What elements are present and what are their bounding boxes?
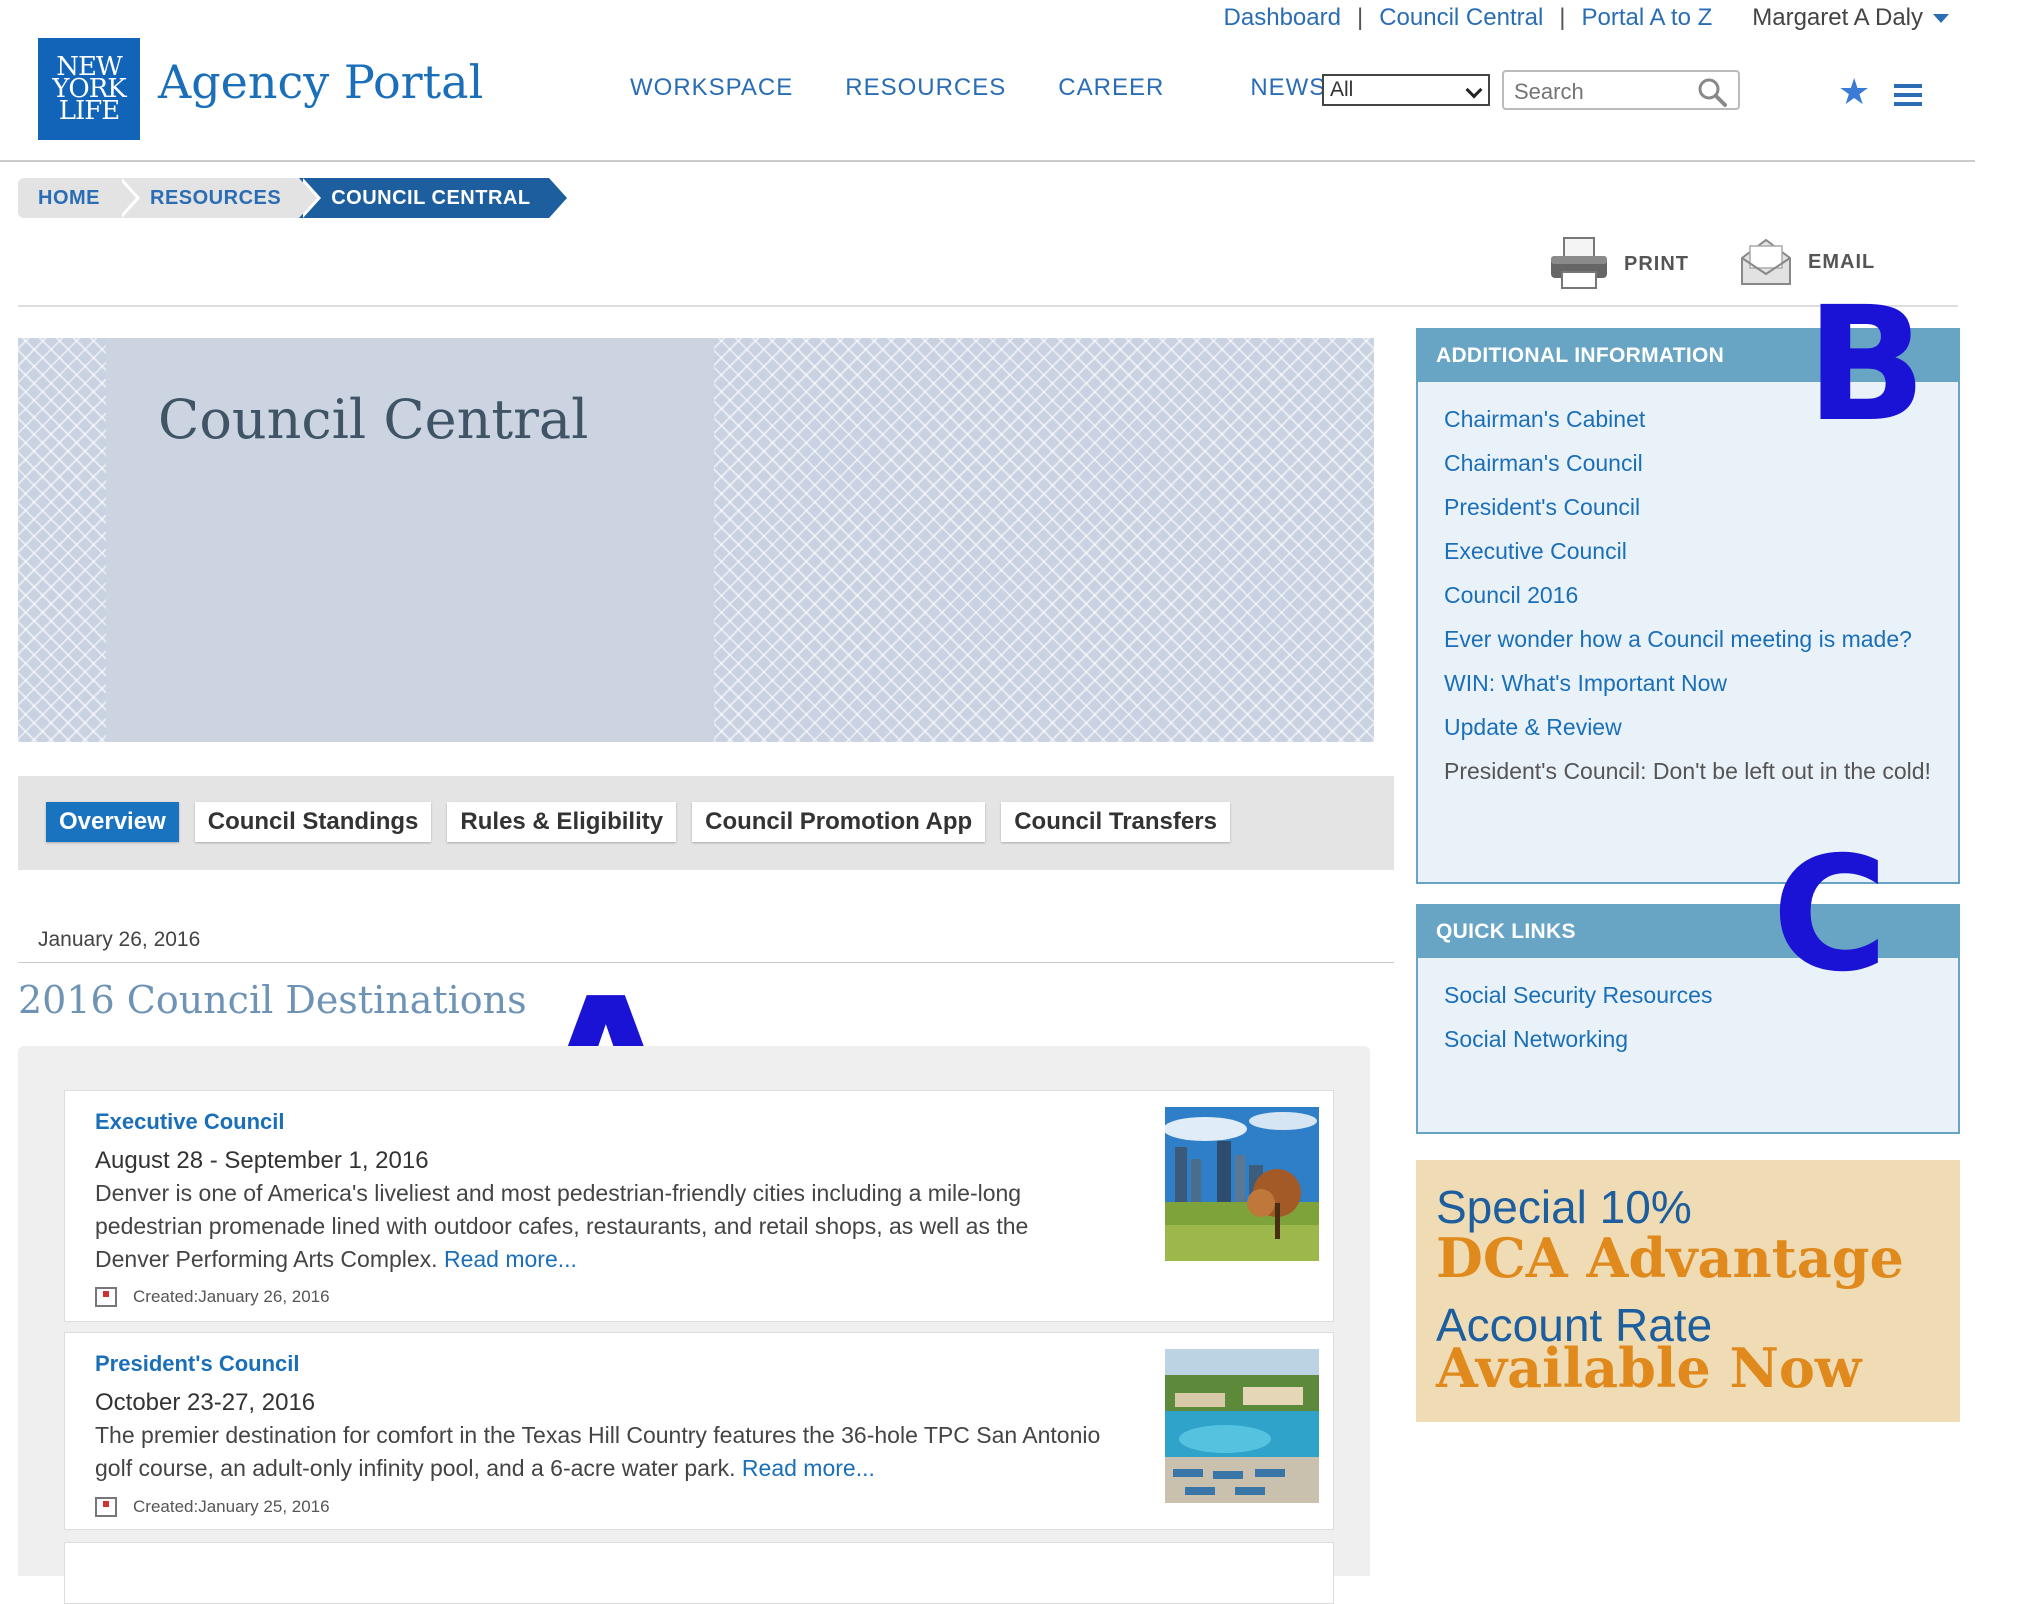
link-update-review[interactable]: Update & Review: [1444, 712, 1934, 743]
header-divider: [0, 160, 1975, 162]
read-more-link[interactable]: Read more...: [444, 1246, 577, 1272]
search-icon[interactable]: [1696, 76, 1728, 108]
breadcrumb-council-central: COUNCIL CENTRAL: [299, 178, 567, 218]
printer-icon: [1551, 237, 1607, 289]
dca-advantage-promo[interactable]: Special 10% DCA Advantage Account Rate A…: [1416, 1160, 1960, 1422]
tab-council-transfers[interactable]: Council Transfers: [1001, 802, 1230, 842]
link-win[interactable]: WIN: What's Important Now: [1444, 668, 1934, 699]
dashboard-link[interactable]: Dashboard: [1224, 4, 1341, 32]
breadcrumb-label: COUNCIL CENTRAL: [331, 186, 531, 209]
brand-title[interactable]: Agency Portal: [158, 55, 483, 109]
annotation-label: C: [1772, 823, 1888, 1007]
breadcrumb-resources[interactable]: RESOURCES: [118, 178, 322, 218]
promo-line: Available Now: [1436, 1336, 1862, 1400]
annotation-label: B: [1806, 273, 1927, 457]
article-description: The premier destination for comfort in t…: [95, 1419, 1105, 1485]
page-title: Council Central: [158, 388, 589, 451]
link-council-2016[interactable]: Council 2016: [1444, 580, 1934, 611]
breadcrumb: HOME RESOURCES COUNCIL CENTRAL: [18, 178, 567, 218]
user-name: Margaret A Daly: [1752, 4, 1923, 31]
main-nav: WORKSPACE RESOURCES CAREER NEWS: [630, 74, 1358, 102]
read-more-link[interactable]: Read more...: [742, 1455, 875, 1481]
separator: |: [1356, 4, 1364, 31]
utility-nav: Dashboard | Council Central | Portal A t…: [1224, 0, 1949, 36]
search-box[interactable]: [1502, 70, 1740, 110]
print-button[interactable]: PRINT: [1548, 236, 1689, 292]
email-label: EMAIL: [1808, 250, 1876, 273]
tab-rules-eligibility[interactable]: Rules & Eligibility: [447, 802, 677, 842]
print-label: PRINT: [1624, 252, 1689, 275]
link-presidents-council[interactable]: President's Council: [1444, 492, 1934, 523]
council-central-link[interactable]: Council Central: [1379, 4, 1543, 32]
nav-workspace[interactable]: WORKSPACE: [630, 74, 793, 102]
article-title[interactable]: Executive Council: [95, 1109, 285, 1135]
article-dates: October 23-27, 2016: [95, 1389, 316, 1416]
breadcrumb-label: HOME: [38, 186, 100, 209]
divider: [18, 305, 1958, 307]
list-item: Executive Council August 28 - September …: [64, 1090, 1334, 1322]
tab-overview[interactable]: Overview: [46, 802, 179, 842]
link-social-networking[interactable]: Social Networking: [1444, 1024, 1934, 1055]
envelope-icon: [1741, 238, 1791, 285]
link-council-meeting[interactable]: Ever wonder how a Council meeting is mad…: [1444, 624, 1934, 655]
nav-career[interactable]: CAREER: [1058, 74, 1164, 102]
caret-down-icon: [1933, 13, 1949, 23]
created-date: Created:January 26, 2016: [133, 1287, 330, 1306]
nav-news[interactable]: NEWS: [1250, 74, 1326, 102]
search-scope-select[interactable]: All: [1322, 74, 1490, 106]
list-item: [64, 1542, 1334, 1604]
tab-council-promotion-app[interactable]: Council Promotion App: [692, 802, 986, 842]
tab-council-standings[interactable]: Council Standings: [194, 802, 432, 842]
new-york-life-logo[interactable]: NEW YORK LIFE: [38, 38, 140, 140]
resort-thumbnail[interactable]: [1165, 1349, 1319, 1503]
link-executive-council[interactable]: Executive Council: [1444, 536, 1934, 567]
logo-line: LIFE: [58, 96, 121, 126]
article-dates: August 28 - September 1, 2016: [95, 1147, 429, 1174]
article-title[interactable]: President's Council: [95, 1351, 300, 1377]
divider: [18, 962, 1394, 963]
pdf-icon[interactable]: [95, 1497, 117, 1517]
tabs: Overview Council Standings Rules & Eligi…: [46, 802, 1246, 842]
created-info: Created:January 25, 2016: [95, 1497, 330, 1517]
link-dont-be-left-out[interactable]: President's Council: Don't be left out i…: [1444, 756, 1934, 787]
pdf-icon[interactable]: [95, 1287, 117, 1307]
favorites-star-icon[interactable]: ★: [1838, 74, 1870, 110]
article-text: The premier destination for comfort in t…: [95, 1422, 1101, 1481]
article-description: Denver is one of America's liveliest and…: [95, 1177, 1105, 1276]
destinations-list: Executive Council August 28 - September …: [18, 1046, 1370, 1604]
denver-thumbnail[interactable]: [1165, 1107, 1319, 1261]
hamburger-menu-icon[interactable]: [1894, 84, 1922, 111]
search-input[interactable]: [1512, 78, 1696, 106]
separator: |: [1559, 4, 1566, 31]
created-info: Created:January 26, 2016: [95, 1287, 330, 1307]
user-menu[interactable]: Margaret A Daly: [1722, 4, 1949, 32]
list-item: President's Council October 23-27, 2016 …: [64, 1332, 1334, 1530]
created-date: Created:January 25, 2016: [133, 1497, 330, 1516]
nav-resources[interactable]: RESOURCES: [845, 74, 1006, 102]
promo-line: DCA Advantage: [1436, 1226, 1904, 1290]
breadcrumb-label: RESOURCES: [150, 186, 282, 209]
chevron-down-icon: [1465, 81, 1483, 99]
breadcrumb-home[interactable]: HOME: [18, 178, 140, 218]
section-title: 2016 Council Destinations: [18, 978, 527, 1022]
portal-a-to-z-link[interactable]: Portal A to Z: [1582, 4, 1713, 32]
search-scope-value: All: [1330, 78, 1354, 101]
post-date: January 26, 2016: [38, 928, 201, 951]
